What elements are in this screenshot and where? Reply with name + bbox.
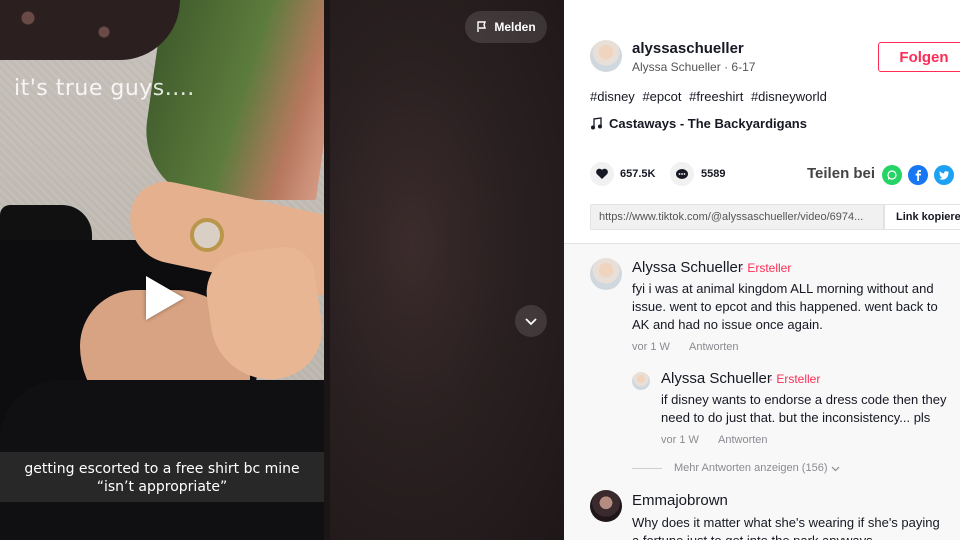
comment-button[interactable] xyxy=(670,162,694,186)
creator-badge: · Ersteller xyxy=(740,261,792,275)
reply-author[interactable]: Alyssa Schueller xyxy=(661,370,772,387)
heart-icon xyxy=(596,168,608,179)
video-overlay-text: it's true guys.... xyxy=(14,76,195,101)
report-label: Melden xyxy=(494,20,536,34)
play-icon[interactable] xyxy=(146,276,184,320)
report-button[interactable]: Melden xyxy=(465,11,547,43)
music-link[interactable]: Castaways - The Backyardigans xyxy=(590,116,807,131)
author-username[interactable]: alyssaschueller xyxy=(632,40,744,57)
hashtag-link[interactable]: #disney xyxy=(590,89,635,104)
reply-button[interactable]: Antworten xyxy=(718,434,768,446)
blurred-background xyxy=(330,0,564,540)
comment-count: 5589 xyxy=(701,168,726,180)
whatsapp-glyph xyxy=(887,170,897,180)
hashtag-link[interactable]: #disneyworld xyxy=(751,89,827,104)
comment-time: vor 1 W xyxy=(632,341,670,353)
reply-text: if disney wants to endorse a dress code … xyxy=(661,392,947,425)
creator-badge: · Ersteller xyxy=(769,372,821,386)
comment-author[interactable]: Alyssa Schueller xyxy=(632,259,743,276)
flag-icon xyxy=(477,21,487,32)
video-dress xyxy=(0,0,180,60)
next-video-button[interactable] xyxy=(515,305,547,337)
whatsapp-icon[interactable] xyxy=(882,165,902,185)
post-date: 6-17 xyxy=(731,60,756,74)
more-replies-button[interactable]: Mehr Antworten anzeigen (156) xyxy=(674,462,840,474)
comment-icon xyxy=(676,169,688,179)
facebook-icon[interactable] xyxy=(908,165,928,185)
follow-button[interactable]: Folgen xyxy=(878,42,960,72)
creator-badge-label: Ersteller xyxy=(747,261,792,275)
video-frame[interactable]: it's true guys.... getting escorted to a… xyxy=(0,0,324,540)
comment-text: fyi i was at animal kingdom ALL morning … xyxy=(632,281,938,332)
like-count: 657.5K xyxy=(620,168,656,180)
twitter-glyph xyxy=(939,171,949,180)
author-avatar[interactable] xyxy=(590,40,622,72)
comment-avatar[interactable] xyxy=(590,258,622,290)
chevron-down-icon xyxy=(525,318,537,326)
comment-text: Why does it matter what she's wearing if… xyxy=(632,515,940,540)
reply-time: vor 1 W xyxy=(661,434,699,446)
comment-avatar[interactable] xyxy=(590,490,622,522)
hashtag-link[interactable]: #freeshirt xyxy=(689,89,743,104)
hashtag-list: #disney #epcot #freeshirt #disneyworld xyxy=(590,89,831,104)
more-replies-label: Mehr Antworten anzeigen (156) xyxy=(674,462,828,474)
author-subline: Alyssa Schueller · 6-17 xyxy=(632,60,755,74)
facebook-glyph xyxy=(915,170,921,181)
video-caption: getting escorted to a free shirt bc mine… xyxy=(24,461,300,495)
chevron-down-icon xyxy=(832,466,840,471)
comment-author[interactable]: Emmajobrown xyxy=(632,492,728,509)
share-link-input[interactable]: https://www.tiktok.com/@alyssaschueller/… xyxy=(590,204,884,230)
hashtag-link[interactable]: #epcot xyxy=(642,89,681,104)
author-display-name: Alyssa Schueller xyxy=(632,60,721,74)
creator-badge-label: Ersteller xyxy=(776,372,821,386)
music-note-icon xyxy=(591,117,602,130)
twitter-icon[interactable] xyxy=(934,165,954,185)
reply-button[interactable]: Antworten xyxy=(689,341,739,353)
video-watch xyxy=(190,218,224,252)
reply-avatar[interactable] xyxy=(632,372,650,390)
music-title: Castaways - The Backyardigans xyxy=(609,116,807,131)
copy-link-button[interactable]: Link kopieren xyxy=(884,204,960,230)
share-label: Teilen bei xyxy=(807,165,876,182)
like-button[interactable] xyxy=(590,162,614,186)
video-player[interactable]: it's true guys.... getting escorted to a… xyxy=(0,0,564,540)
details-panel: alyssaschueller Alyssa Schueller · 6-17 … xyxy=(564,0,960,540)
more-replies-line xyxy=(632,468,662,469)
